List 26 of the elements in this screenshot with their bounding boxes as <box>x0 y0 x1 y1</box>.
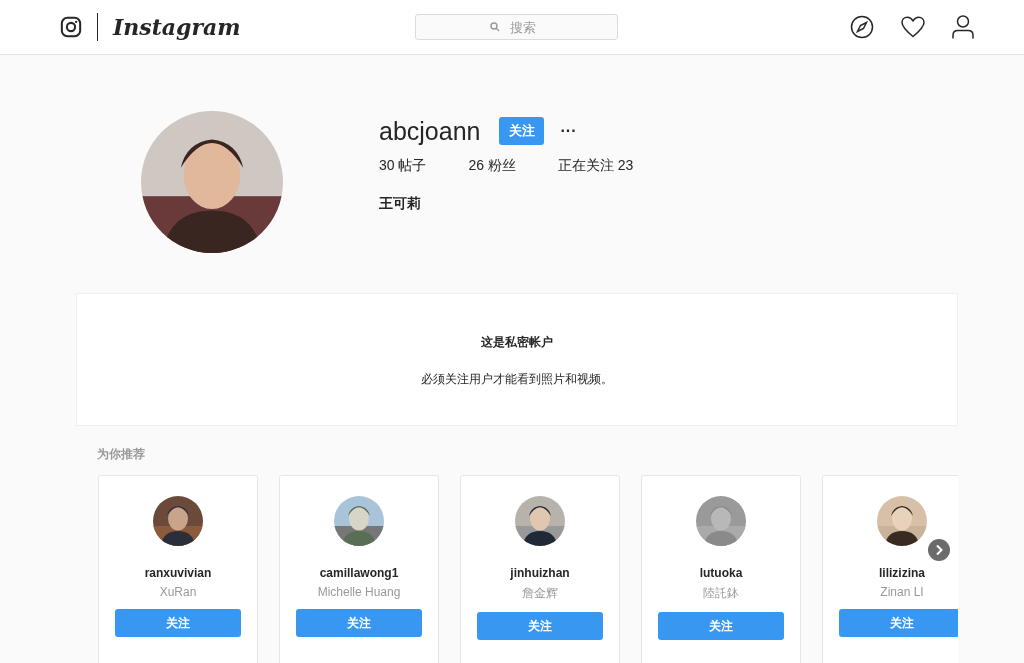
private-title: 这是私密帐户 <box>481 334 553 351</box>
stat-count: 正在关注 23 <box>557 157 634 175</box>
card-name: 陸託鉢 <box>703 585 739 602</box>
card-username[interactable]: camillawong1 <box>319 566 399 580</box>
camera-icon[interactable] <box>60 16 82 38</box>
card-username[interactable]: jinhuizhan <box>510 566 570 580</box>
card-username[interactable]: lutuoka <box>699 566 743 580</box>
stat-count: 26 粉丝 <box>468 157 516 175</box>
card-name: 詹金辉 <box>522 585 558 602</box>
username: abcjoann <box>379 116 481 146</box>
more-button[interactable]: ··· <box>556 122 581 140</box>
suggestions-title: 为你推荐 <box>97 446 146 463</box>
search-field[interactable]: 搜索 <box>415 14 618 40</box>
card-name: Michelle Huang <box>317 585 401 599</box>
full-name: 王可莉 <box>379 195 422 213</box>
heart-icon[interactable] <box>901 16 925 38</box>
card-username[interactable]: ranxuvivian <box>144 566 212 580</box>
stat-count: 30 帖子 <box>379 157 427 175</box>
card-username[interactable]: lilizizina <box>879 566 925 580</box>
logo[interactable]: Instagram <box>113 16 241 38</box>
private-message: 必须关注用户才能看到照片和视频。 <box>421 371 613 388</box>
compass-icon[interactable] <box>850 15 874 39</box>
person-icon[interactable] <box>952 15 974 39</box>
card-name: XuRan <box>159 585 197 599</box>
search-icon <box>490 22 500 32</box>
card-name: Zinan LI <box>880 585 924 599</box>
